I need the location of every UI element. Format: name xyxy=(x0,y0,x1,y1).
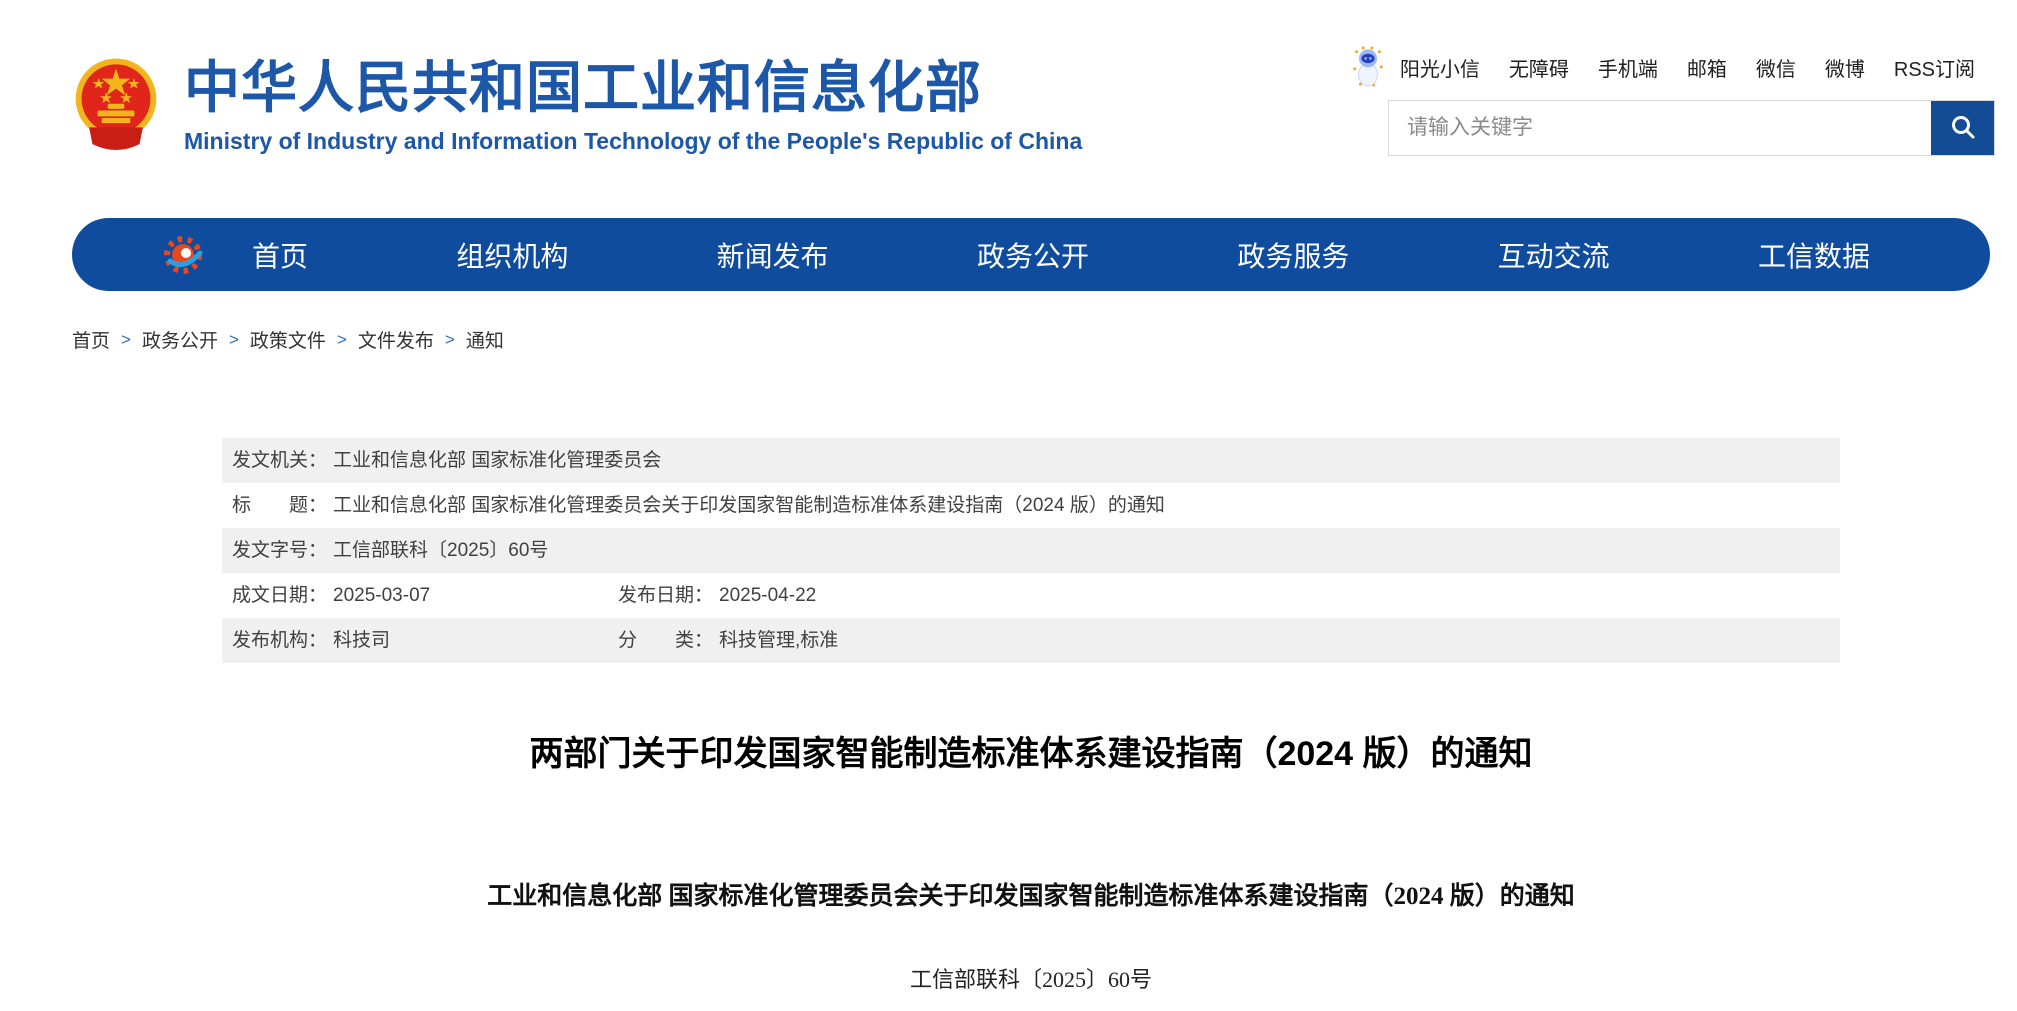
meta-row-dates: 成文日期：2025-03-07发布日期：2025-04-22 xyxy=(222,573,1840,618)
meta-value: 工业和信息化部 国家标准化管理委员会关于印发国家智能制造标准体系建设指南（202… xyxy=(333,495,1165,516)
meta-label: 标 题： xyxy=(232,495,327,516)
meta-cell-publishing-org: 发布机构：科技司 xyxy=(232,618,618,663)
nav-item-miit-data[interactable]: 工信数据 xyxy=(1758,235,1870,275)
breadcrumb-separator: > xyxy=(337,330,347,350)
nav-item-interaction[interactable]: 互动交流 xyxy=(1498,235,1610,275)
nav-item-gov-disclosure[interactable]: 政务公开 xyxy=(977,235,1089,275)
nav-items: 首页 组织机构 新闻发布 政务公开 政务服务 互动交流 工信数据 xyxy=(72,235,1990,275)
utility-link-weibo[interactable]: 微博 xyxy=(1825,53,1865,82)
breadcrumb-file-release[interactable]: 文件发布 xyxy=(358,326,434,353)
document-meta-table: 发文机关： 工业和信息化部 国家标准化管理委员会 标 题： 工业和信息化部 国家标准… xyxy=(222,438,1840,663)
article-title: 两部门关于印发国家智能制造标准体系建设指南（2024 版）的通知 xyxy=(222,726,1840,775)
meta-cell-publish-date: 发布日期：2025-04-22 xyxy=(618,573,816,618)
breadcrumb-policy-files[interactable]: 政策文件 xyxy=(250,326,326,353)
meta-row-issuing-authority: 发文机关： 工业和信息化部 国家标准化管理委员会 xyxy=(222,438,1840,483)
breadcrumb-notice[interactable]: 通知 xyxy=(466,326,504,353)
site-subtitle-en: Ministry of Industry and Information Tec… xyxy=(184,128,1082,155)
nav-item-home[interactable]: 首页 xyxy=(252,235,308,275)
doc-number: 工信部联科〔2025〕60号 xyxy=(222,962,1840,994)
meta-cell-category: 分 类：科技管理,标准 xyxy=(618,618,838,663)
brand-block: 中华人民共和国工业和信息化部 Ministry of Industry and … xyxy=(184,60,1082,155)
utility-link-wechat[interactable]: 微信 xyxy=(1756,53,1796,82)
search-input[interactable] xyxy=(1389,101,1931,155)
meta-value: 工业和信息化部 国家标准化管理委员会 xyxy=(333,450,661,471)
utility-link-accessibility[interactable]: 无障碍 xyxy=(1509,53,1569,82)
meta-row-title: 标 题： 工业和信息化部 国家标准化管理委员会关于印发国家智能制造标准体系建设指南… xyxy=(222,483,1840,528)
miit-gear-icon xyxy=(160,231,208,279)
utility-link-mail[interactable]: 邮箱 xyxy=(1687,53,1727,82)
search-icon xyxy=(1948,113,1978,143)
nav-item-gov-services[interactable]: 政务服务 xyxy=(1237,235,1349,275)
nav-item-organization[interactable]: 组织机构 xyxy=(456,235,568,275)
article-subtitle: 工业和信息化部 国家标准化管理委员会关于印发国家智能制造标准体系建设指南（202… xyxy=(222,876,1840,912)
breadcrumb-separator: > xyxy=(445,330,455,350)
meta-label: 发文字号： xyxy=(232,540,327,561)
robot-mascot-icon xyxy=(1349,46,1387,88)
meta-row-doc-number: 发文字号： 工信部联科〔2025〕60号 xyxy=(222,528,1840,573)
meta-row-publisher: 发布机构：科技司分 类：科技管理,标准 xyxy=(222,618,1840,663)
site-title: 中华人民共和国工业和信息化部 xyxy=(184,60,1082,116)
utility-link-mobile[interactable]: 手机端 xyxy=(1598,53,1658,82)
main-nav: 首页 组织机构 新闻发布 政务公开 政务服务 互动交流 工信数据 xyxy=(72,218,1990,291)
search-box xyxy=(1388,100,1995,156)
nav-item-news[interactable]: 新闻发布 xyxy=(717,235,829,275)
meta-value: 工信部联科〔2025〕60号 xyxy=(333,540,548,561)
search-button[interactable] xyxy=(1931,101,1994,155)
breadcrumb-separator: > xyxy=(229,330,239,350)
utility-link-rss[interactable]: RSS订阅 xyxy=(1894,53,1975,82)
meta-cell-written-date: 成文日期：2025-03-07 xyxy=(232,573,618,618)
page: 中华人民共和国工业和信息化部 Ministry of Industry and … xyxy=(0,0,2017,1011)
breadcrumb-separator: > xyxy=(121,330,131,350)
breadcrumb: 首页 > 政务公开 > 政策文件 > 文件发布 > 通知 xyxy=(72,326,504,353)
utility-link-sunshine-assistant[interactable]: 阳光小信 xyxy=(1400,53,1480,82)
breadcrumb-home[interactable]: 首页 xyxy=(72,326,110,353)
national-emblem-icon xyxy=(74,50,158,166)
utility-links: 阳光小信 无障碍 手机端 邮箱 微信 微博 RSS订阅 xyxy=(1349,48,1975,86)
meta-label: 发文机关： xyxy=(232,450,327,471)
breadcrumb-gov-disclosure[interactable]: 政务公开 xyxy=(142,326,218,353)
